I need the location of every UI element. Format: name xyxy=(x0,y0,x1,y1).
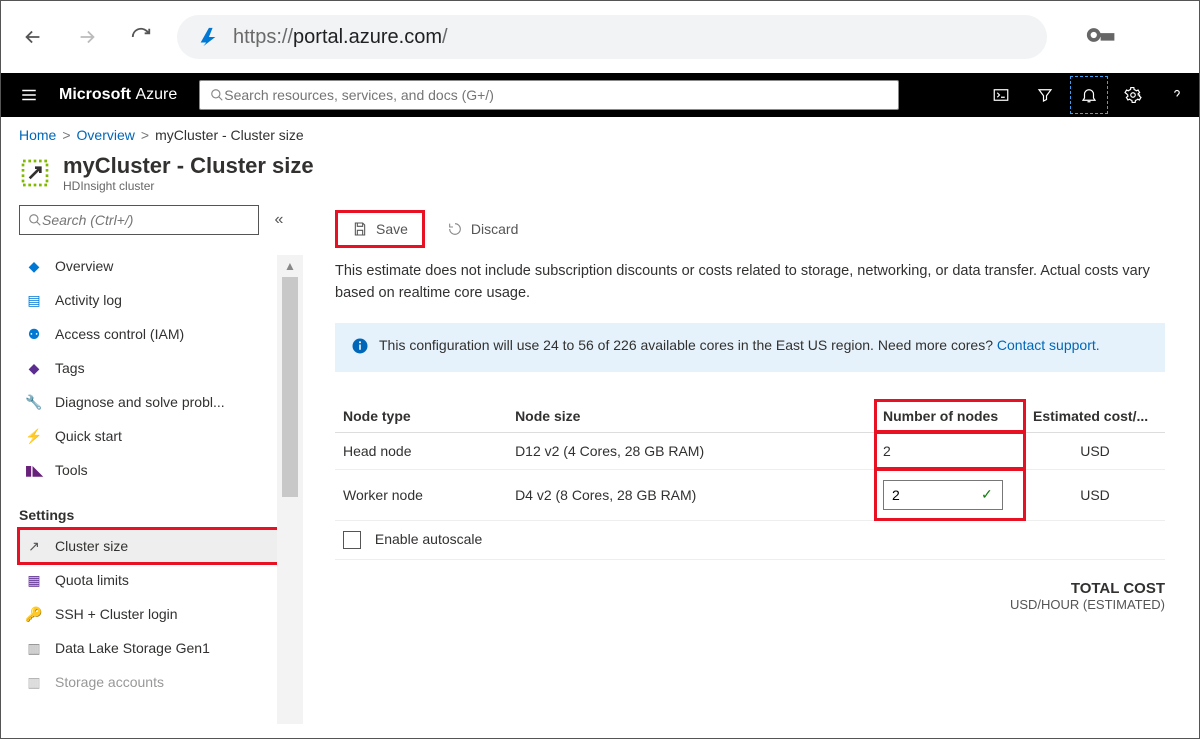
address-bar[interactable]: https://portal.azure.com/ xyxy=(177,15,1047,59)
autoscale-row: Enable autoscale xyxy=(335,520,1165,559)
url-text: https://portal.azure.com/ xyxy=(233,26,448,49)
browser-toolbar: https://portal.azure.com/ xyxy=(1,1,1199,73)
crumb-current: myCluster - Cluster size xyxy=(155,127,304,143)
cell-size: D12 v2 (4 Cores, 28 GB RAM) xyxy=(507,432,875,469)
col-cost: Estimated cost/... xyxy=(1025,400,1165,433)
discard-button[interactable]: Discard xyxy=(433,215,532,243)
crumb-overview[interactable]: Overview xyxy=(77,127,135,143)
table-row: Head node D12 v2 (4 Cores, 28 GB RAM) 2 … xyxy=(335,432,1165,469)
azure-logo-icon xyxy=(197,26,219,48)
contact-support-link[interactable]: Contact support. xyxy=(997,337,1100,353)
info-icon xyxy=(351,337,369,358)
password-key-icon[interactable] xyxy=(1085,20,1115,55)
cell-num: ✓ xyxy=(875,469,1025,520)
page-subtitle: HDInsight cluster xyxy=(63,179,314,193)
command-bar: Save Discard xyxy=(335,209,1165,249)
col-node-type: Node type xyxy=(335,400,507,433)
azure-header: Microsoft Azure xyxy=(1,73,1199,117)
cell-num: 2 xyxy=(875,432,1025,469)
scale-icon: ↗ xyxy=(25,537,43,555)
sidebar-item-quickstart[interactable]: ⚡Quick start xyxy=(19,419,291,453)
cell-type: Worker node xyxy=(335,469,507,520)
breadcrumb: Home > Overview > myCluster - Cluster si… xyxy=(1,117,1199,153)
sidebar-item-ssh[interactable]: 🔑SSH + Cluster login xyxy=(19,597,291,631)
scroll-thumb[interactable] xyxy=(282,277,298,497)
brand-label: Microsoft Azure xyxy=(49,86,187,104)
sidebar-item-adls[interactable]: ▥Data Lake Storage Gen1 xyxy=(19,631,291,665)
cluster-size-icon xyxy=(19,157,51,189)
filter-icon[interactable] xyxy=(1023,73,1067,117)
sidebar-item-tags[interactable]: ◆Tags xyxy=(19,351,291,385)
back-button[interactable] xyxy=(15,19,51,55)
nodes-table: Node type Node size Number of nodes Esti… xyxy=(335,400,1165,560)
totals: TOTAL COST USD/HOUR (ESTIMATED) xyxy=(335,580,1165,612)
save-button[interactable]: Save xyxy=(335,210,425,248)
valid-check-icon: ✓ xyxy=(981,486,993,503)
search-icon xyxy=(28,213,42,227)
vs-icon: ▮◣ xyxy=(25,461,43,479)
sidebar-scrollbar[interactable]: ▲ xyxy=(277,255,303,724)
sidebar-search-input[interactable] xyxy=(42,212,250,228)
autoscale-checkbox[interactable] xyxy=(343,531,361,549)
grid-icon: ▦ xyxy=(25,571,43,589)
cell-type: Head node xyxy=(335,432,507,469)
col-num-nodes: Number of nodes xyxy=(875,400,1025,433)
sidebar-item-storage-accounts[interactable]: ▥Storage accounts xyxy=(19,665,291,699)
sidebar-item-activity-log[interactable]: ▤Activity log xyxy=(19,283,291,317)
people-icon: ⚉ xyxy=(25,325,43,343)
autoscale-label: Enable autoscale xyxy=(375,531,482,547)
hamburger-menu[interactable] xyxy=(9,86,49,104)
page-header: myCluster - Cluster size HDInsight clust… xyxy=(1,153,1199,201)
save-icon xyxy=(352,221,368,237)
sidebar-item-diagnose[interactable]: 🔧Diagnose and solve probl... xyxy=(19,385,291,419)
cost-disclaimer: This estimate does not include subscript… xyxy=(335,261,1165,305)
sidebar-item-overview[interactable]: ◆Overview xyxy=(19,249,291,283)
tag-icon: ◆ xyxy=(25,359,43,377)
storage-icon: ▥ xyxy=(25,673,43,691)
collapse-sidebar-icon[interactable]: « xyxy=(267,211,291,229)
settings-icon[interactable] xyxy=(1111,73,1155,117)
global-search[interactable] xyxy=(199,80,899,110)
sidebar-search[interactable] xyxy=(19,205,259,235)
crumb-home[interactable]: Home xyxy=(19,127,56,143)
cell-cost: USD xyxy=(1025,432,1165,469)
help-icon[interactable] xyxy=(1155,73,1199,117)
cores-info-box: This configuration will use 24 to 56 of … xyxy=(335,323,1165,372)
content-pane: Save Discard This estimate does not incl… xyxy=(301,201,1199,730)
forward-button[interactable] xyxy=(69,19,105,55)
page-title: myCluster - Cluster size xyxy=(63,153,314,179)
discard-icon xyxy=(447,221,463,237)
search-icon xyxy=(210,88,224,102)
total-cost-label: TOTAL COST xyxy=(335,580,1165,597)
storage-icon: ▥ xyxy=(25,639,43,657)
key-icon: 🔑 xyxy=(25,605,43,623)
sidebar-section-settings: Settings xyxy=(19,503,291,527)
log-icon: ▤ xyxy=(25,291,43,309)
sidebar-item-tools[interactable]: ▮◣Tools xyxy=(19,453,291,487)
table-row: Worker node D4 v2 (8 Cores, 28 GB RAM) ✓… xyxy=(335,469,1165,520)
total-cost-unit: USD/HOUR (ESTIMATED) xyxy=(335,597,1165,612)
sidebar-item-iam[interactable]: ⚉Access control (IAM) xyxy=(19,317,291,351)
sidebar: « ◆Overview ▤Activity log ⚉Access contro… xyxy=(1,201,301,730)
col-node-size: Node size xyxy=(507,400,875,433)
cloud-shell-icon[interactable] xyxy=(979,73,1023,117)
notifications-icon[interactable] xyxy=(1067,73,1111,117)
sidebar-item-quota[interactable]: ▦Quota limits xyxy=(19,563,291,597)
global-search-input[interactable] xyxy=(224,87,888,103)
scroll-up-icon[interactable]: ▲ xyxy=(277,255,303,277)
cell-size: D4 v2 (8 Cores, 28 GB RAM) xyxy=(507,469,875,520)
wrench-icon: 🔧 xyxy=(25,393,43,411)
reload-button[interactable] xyxy=(123,19,159,55)
lightning-icon: ⚡ xyxy=(25,427,43,445)
overview-icon: ◆ xyxy=(25,257,43,275)
sidebar-item-cluster-size[interactable]: ↗Cluster size xyxy=(19,529,291,563)
cell-cost: USD xyxy=(1025,469,1165,520)
